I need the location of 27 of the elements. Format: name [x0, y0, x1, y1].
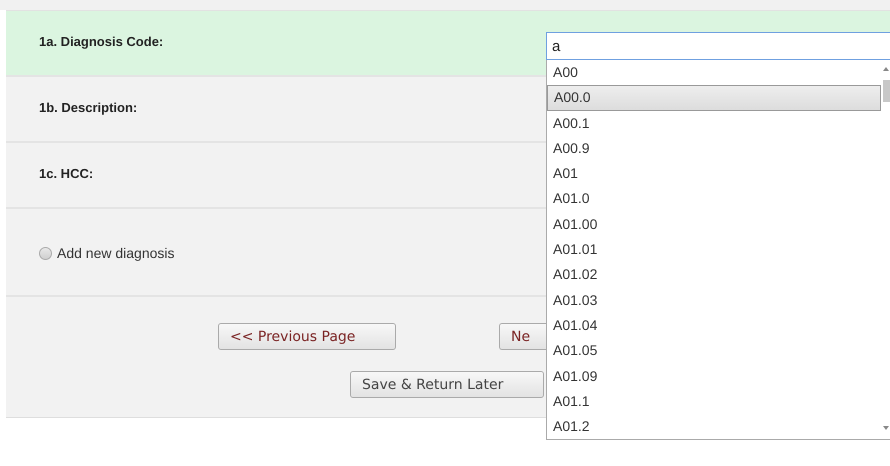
radio-button[interactable]	[39, 246, 52, 260]
suggestion-item[interactable]: A01.09	[547, 364, 881, 389]
field-label: 1a. Diagnosis Code:	[39, 34, 164, 49]
field-label: 1b. Description:	[39, 100, 138, 115]
suggestion-item[interactable]: A01.01	[547, 237, 881, 262]
suggestion-item[interactable]: A00	[547, 60, 881, 86]
suggestion-item[interactable]: A01.04	[547, 312, 881, 338]
suggestion-item[interactable]: A01.03	[547, 288, 881, 313]
suggestion-item[interactable]: A01.2	[547, 414, 881, 439]
scroll-down-icon[interactable]	[882, 425, 890, 431]
next-page-button[interactable]: Ne	[499, 323, 546, 350]
save-return-button[interactable]: Save & Return Later	[350, 371, 544, 398]
suggestion-item[interactable]: A01.00	[547, 212, 881, 238]
previous-page-button[interactable]: << Previous Page	[218, 323, 396, 350]
diagnosis-code-field[interactable]: a	[546, 32, 890, 60]
suggestion-item[interactable]: A00.0	[547, 85, 881, 111]
suggestion-item[interactable]: A01	[547, 161, 881, 186]
radio-label: Add new diagnosis	[57, 245, 175, 261]
suggestion-item[interactable]: A00.9	[547, 136, 881, 162]
suggestion-item[interactable]: A01.05	[547, 338, 881, 364]
suggestion-item[interactable]: A01.0	[547, 186, 881, 212]
scroll-up-icon[interactable]	[882, 66, 890, 72]
suggestion-item[interactable]: A00.1	[547, 110, 881, 136]
suggestion-item[interactable]: A01.1	[547, 388, 881, 414]
field-label: 1c. HCC:	[39, 166, 94, 181]
scrollbar-thumb[interactable]	[883, 80, 890, 102]
suggestion-item[interactable]: A01.02	[547, 262, 881, 288]
